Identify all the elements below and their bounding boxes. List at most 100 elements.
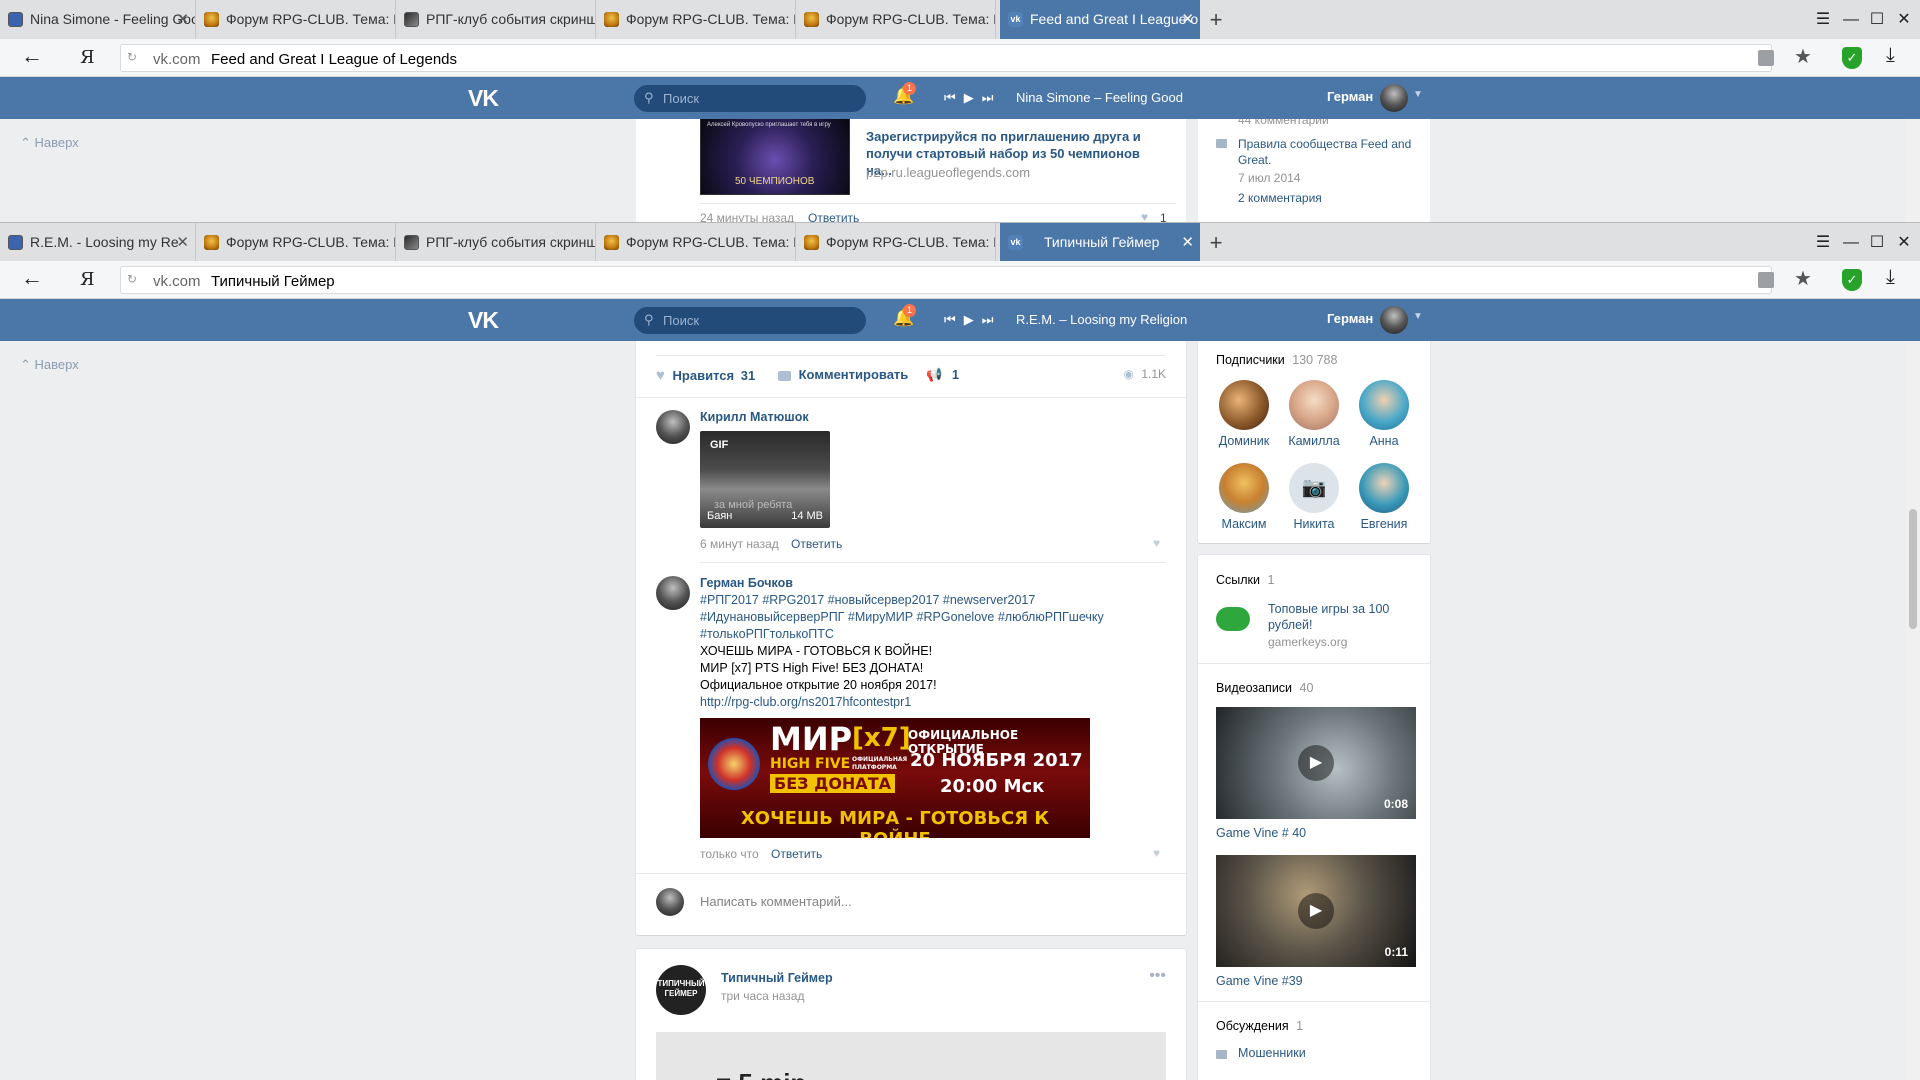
user-avatar[interactable] [1380, 84, 1408, 112]
commenter-avatar[interactable] [656, 410, 690, 444]
tab-forum-3[interactable]: Форум RPG-CLUB. Тема: RP [796, 0, 996, 39]
video-title[interactable]: Game Vine # 40 [1216, 826, 1306, 840]
ad-image[interactable]: Алексей Кровопуско приглашает тебя в игр… [700, 119, 850, 195]
reply-link[interactable]: Ответить [791, 537, 842, 551]
commenter-name[interactable]: Герман Бочков [700, 576, 793, 590]
subscriber-item[interactable]: Доминик [1216, 380, 1272, 448]
yandex-icon[interactable]: Я [80, 269, 95, 290]
protect-shield-icon[interactable]: ✓ [1842, 47, 1862, 69]
link-title[interactable]: Топовые игры за 100 рублей! [1268, 601, 1418, 633]
menu-icon[interactable]: ☰ [1808, 223, 1838, 262]
close-window-icon[interactable]: ✕ [1889, 0, 1919, 39]
url-field[interactable]: ↻ vk.com Типичный Геймер [120, 266, 1772, 294]
close-window-icon[interactable]: ✕ [1889, 223, 1919, 262]
subscribers-header[interactable]: Подписчики 130 788 [1216, 353, 1337, 367]
download-icon[interactable]: ⤓ [1886, 266, 1895, 289]
new-tab-button[interactable]: + [1201, 0, 1231, 39]
url-link[interactable]: http://rpg-club.org/ns2017hfcontestpr1 [700, 694, 1170, 711]
user-avatar[interactable] [1380, 306, 1408, 334]
discussion-link[interactable]: Мошенники [1238, 1046, 1306, 1060]
subscriber-item[interactable]: Евгения [1356, 463, 1412, 531]
now-playing-track[interactable]: Nina Simone – Feeling Good [1016, 90, 1183, 105]
hashtag-line[interactable]: #толькоРПГтолькоПТС [700, 626, 1170, 643]
vk-logo-icon[interactable]: VK [468, 307, 499, 334]
scrollbar[interactable] [1906, 119, 1920, 222]
notifications-bell-icon[interactable]: 🔔 1 [893, 304, 916, 328]
close-tab-icon[interactable]: ✕ [1181, 223, 1194, 262]
post-image[interactable]: = 5 min [656, 1032, 1166, 1080]
hashtag-line[interactable]: #ИдунановыйсерверРПГ #МируМИР #RPGonelov… [700, 609, 1170, 626]
subscriber-item[interactable]: Анна [1356, 380, 1412, 448]
back-arrow-icon[interactable]: ← [18, 265, 46, 291]
commenter-name[interactable]: Кирилл Матюшок [700, 410, 809, 424]
maximize-icon[interactable]: ☐ [1862, 223, 1892, 262]
comment-button[interactable]: Комментировать [778, 367, 908, 382]
protect-shield-icon[interactable]: ✓ [1842, 269, 1862, 291]
tab-forum-2[interactable]: Форум RPG-CLUB. Тема: RP [596, 0, 796, 39]
chevron-down-icon[interactable]: ▼ [1413, 89, 1423, 100]
subscriber-item[interactable]: 📷 Никита [1286, 463, 1342, 531]
my-avatar[interactable] [656, 888, 684, 916]
menu-icon[interactable]: ☰ [1808, 0, 1838, 39]
tab-nina-simone[interactable]: Nina Simone - Feeling Good ✕ [0, 0, 196, 39]
tab-forum-1[interactable]: Форум RPG-CLUB. Тема: Ми [196, 223, 396, 262]
subscriber-item[interactable]: Максим [1216, 463, 1272, 531]
vk-search-input[interactable]: ⚲ Поиск [634, 85, 866, 112]
post-time[interactable]: три часа назад [721, 989, 804, 1003]
close-tab-icon[interactable]: ✕ [1181, 0, 1194, 39]
close-tab-icon[interactable]: ✕ [176, 223, 189, 262]
group-name[interactable]: Типичный Геймер [721, 971, 833, 985]
download-icon[interactable]: ⤓ [1886, 44, 1895, 67]
videos-header[interactable]: Видеозаписи 40 [1216, 681, 1313, 695]
video-title[interactable]: Game Vine #39 [1216, 974, 1303, 988]
chevron-down-icon[interactable]: ▼ [1413, 311, 1423, 322]
notifications-bell-icon[interactable]: 🔔 1 [893, 82, 916, 106]
lock-icon[interactable] [1758, 272, 1774, 288]
tab-rpg-screens[interactable]: РПГ-клуб события скриншо [396, 223, 596, 262]
scroll-to-top-link[interactable]: ⌃ Наверх [20, 135, 79, 151]
vk-logo-icon[interactable]: VK [468, 85, 499, 112]
commenter-avatar[interactable] [656, 576, 690, 610]
new-tab-button[interactable]: + [1201, 223, 1231, 262]
star-icon[interactable]: ★ [1794, 266, 1812, 291]
like-button[interactable]: ♥ Нравится 31 [656, 367, 755, 384]
group-avatar[interactable]: ТИПИЧНЫЙ ГЕЙМЕР [656, 965, 706, 1015]
scroll-to-top-link[interactable]: ⌃ Наверх [20, 357, 79, 373]
more-options-icon[interactable]: ••• [1149, 967, 1166, 985]
star-icon[interactable]: ★ [1794, 44, 1812, 69]
promo-banner[interactable]: МИР [x7] HIGH FIVE ОФИЦИАЛЬНАЯ ПЛАТФОРМА… [700, 718, 1090, 838]
tab-forum-2[interactable]: Форум RPG-CLUB. Тема: RP [596, 223, 796, 262]
user-name[interactable]: Герман [1327, 89, 1373, 104]
url-field[interactable]: ↻ vk.com Feed and Great I League of Lege… [120, 44, 1772, 72]
back-arrow-icon[interactable]: ← [18, 43, 46, 69]
hashtag-line[interactable]: #РПГ2017 #RPG2017 #новыйсервер2017 #news… [700, 592, 1170, 609]
scrollbar[interactable] [1906, 341, 1920, 1080]
audio-player-controls[interactable]: ⏮▶⏭ [944, 90, 1001, 106]
tab-rpg-screens[interactable]: РПГ-клуб события скриншо [396, 0, 596, 39]
rules-link[interactable]: Правила сообщества Feed and Great. [1238, 136, 1418, 168]
video-thumbnail[interactable]: ▶ 0:08 [1216, 707, 1416, 819]
tab-forum-1[interactable]: Форум RPG-CLUB. Тема: Ми [196, 0, 396, 39]
reload-icon[interactable]: ↻ [127, 272, 137, 286]
maximize-icon[interactable]: ☐ [1862, 0, 1892, 39]
ad-domain[interactable]: p2p.ru.leagueoflegends.com [866, 165, 1030, 180]
audio-player-controls[interactable]: ⏮▶⏭ [944, 312, 1001, 328]
reply-link[interactable]: Ответить [771, 847, 822, 861]
close-tab-icon[interactable]: ✕ [176, 0, 189, 39]
share-button[interactable]: 📢 1 [926, 367, 959, 383]
like-heart-icon[interactable]: ♥ [1141, 210, 1148, 222]
write-comment-input[interactable]: Написать комментарий... [700, 894, 852, 909]
links-header[interactable]: Ссылки 1 [1216, 573, 1274, 587]
rules-comments-link[interactable]: 2 комментария [1238, 191, 1322, 205]
reply-link[interactable]: Ответить [808, 211, 859, 222]
tab-forum-3[interactable]: Форум RPG-CLUB. Тема: RP [796, 223, 996, 262]
tab-feed-and-great[interactable]: vk Feed and Great I League o ✕ [1000, 0, 1200, 39]
reload-icon[interactable]: ↻ [127, 50, 137, 64]
video-thumbnail[interactable]: ▶ 0:11 [1216, 855, 1416, 967]
lock-icon[interactable] [1758, 50, 1774, 66]
like-heart-icon[interactable]: ♥ [1153, 846, 1160, 860]
user-name[interactable]: Герман [1327, 311, 1373, 326]
like-heart-icon[interactable]: ♥ [1153, 536, 1160, 550]
vk-search-input[interactable]: ⚲ Поиск [634, 307, 866, 334]
gif-attachment[interactable]: GIF за мной ребята Баян 14 MB [700, 431, 830, 528]
